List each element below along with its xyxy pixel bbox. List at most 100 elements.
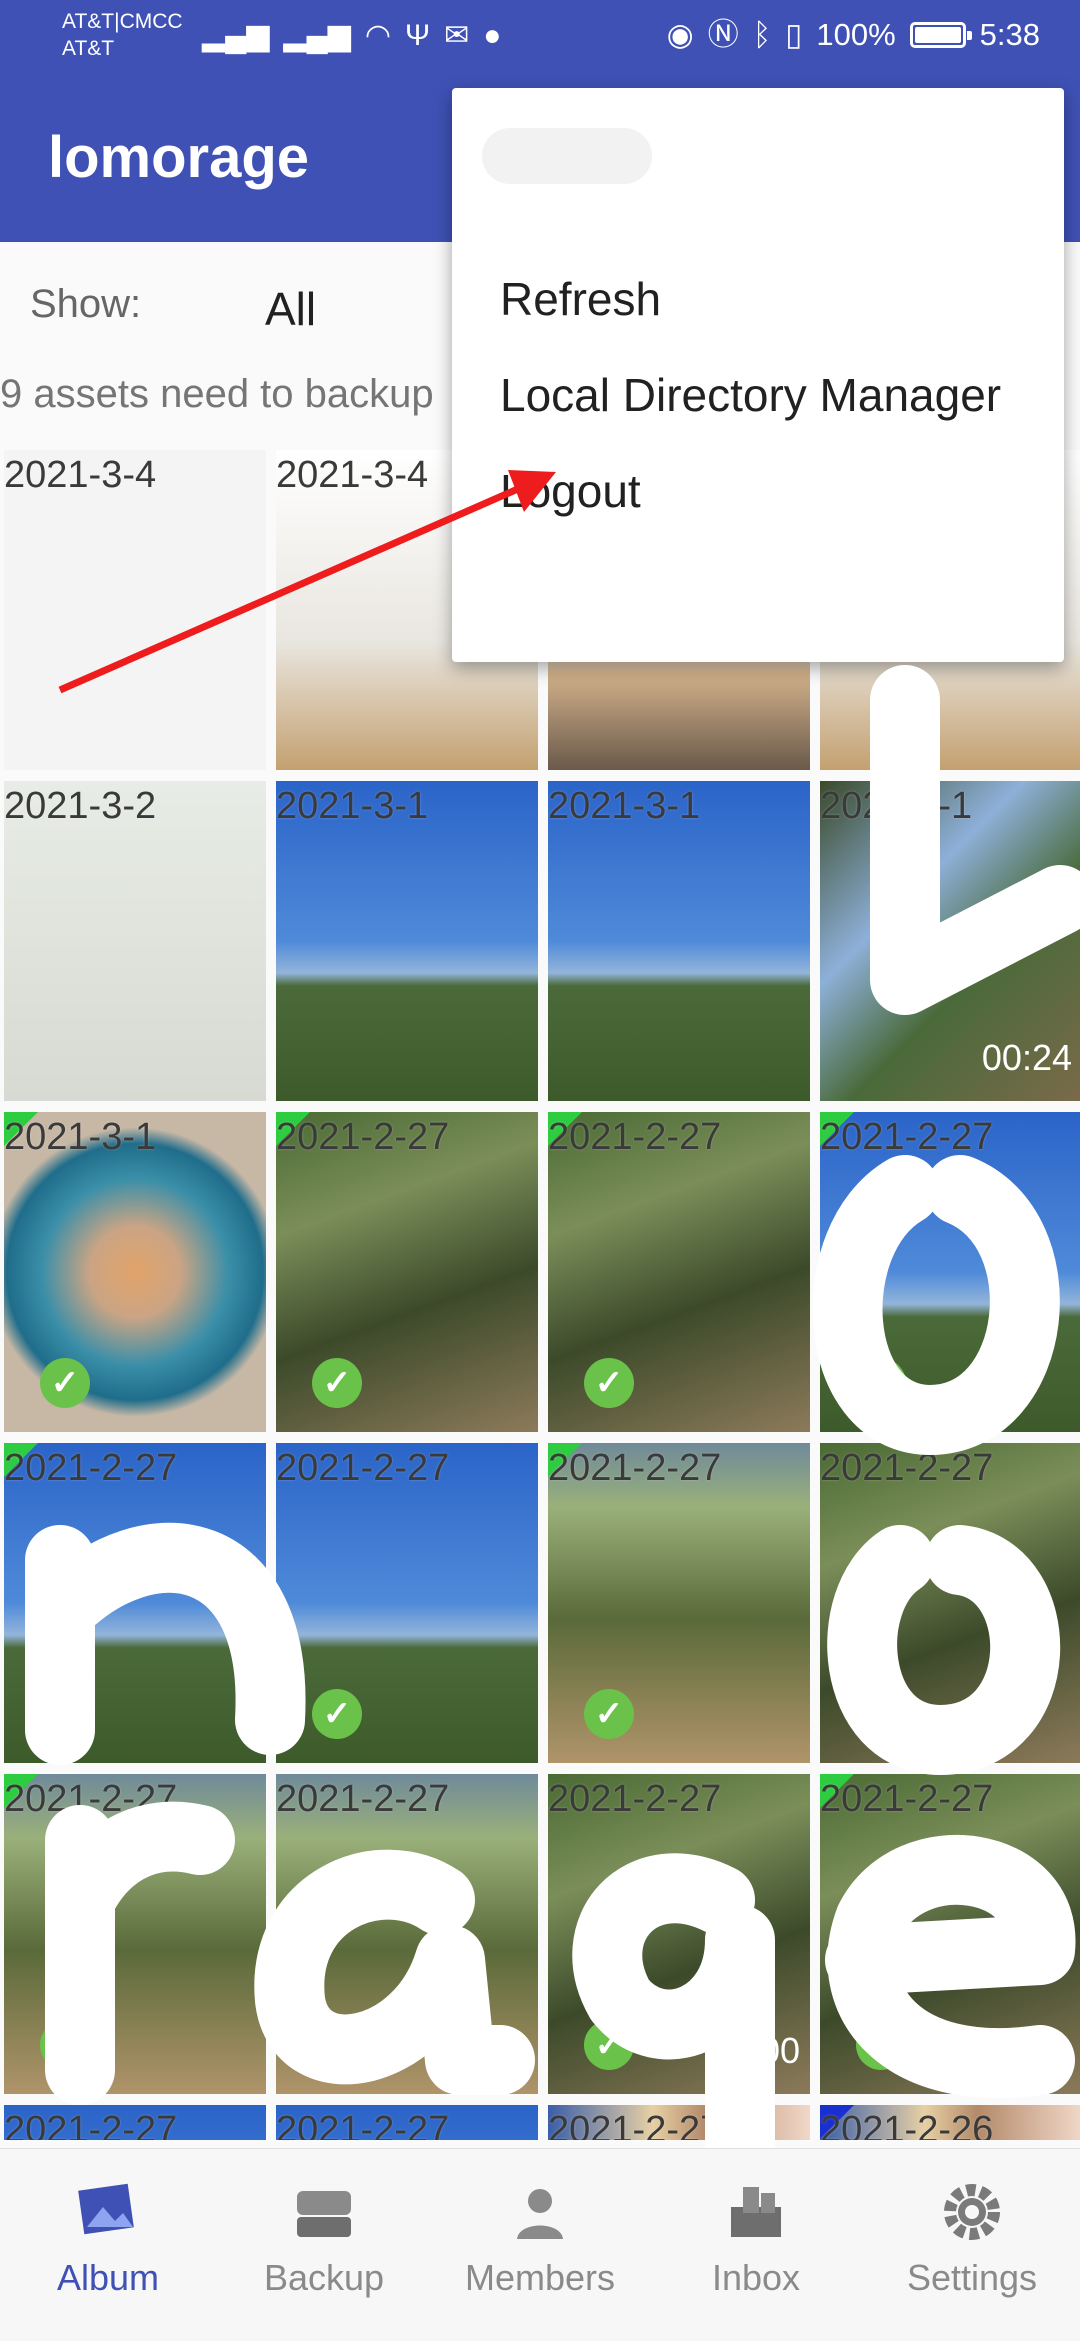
battery-fill <box>914 27 961 43</box>
nav-settings-label: Settings <box>906 2257 1038 2298</box>
bluetooth-icon: ᛒ <box>752 17 772 52</box>
photo-tile[interactable]: 2021-2-27 <box>4 2105 266 2140</box>
nav-inbox[interactable]: Inbox <box>648 2159 864 2339</box>
mail-icon: ✉ <box>444 19 470 52</box>
photo-tile[interactable]: 2021-3-1 ✓ <box>4 1112 266 1432</box>
photo-date: 2021-2-27 <box>548 1116 722 1158</box>
status-icons-right: ◉ Ⓝ ᛒ ▯ 100% 5:38 <box>667 14 1040 56</box>
clock: 5:38 <box>979 17 1040 52</box>
carrier-line-2: AT&T <box>62 37 115 60</box>
check-icon: ✓ <box>40 1689 90 1739</box>
photo-tile[interactable]: 2021-2-27 ✓ 00 <box>548 1774 810 2094</box>
backup-icon <box>297 2191 351 2237</box>
album-icon <box>78 2183 134 2235</box>
photo-date: 2021-2-27 <box>548 2109 722 2140</box>
nav-members[interactable]: Members <box>432 2159 648 2339</box>
photo-date: 2021-3-1 <box>548 785 701 827</box>
carrier-info: AT&T|CMCC AT&T <box>62 8 183 62</box>
signal-icon-2: ▂▄▆ <box>283 19 351 52</box>
nfc-icon: Ⓝ <box>707 17 739 52</box>
photo-tile[interactable]: 2021-3-1 <box>276 781 538 1101</box>
check-icon: ✓ <box>312 2020 362 2070</box>
app-title: lomorage <box>48 125 310 190</box>
status-bar: AT&T|CMCC AT&T ▂▄▆ ▂▄▆ ◠ Ψ ✉ ● ◉ Ⓝ ᛒ ▯ 1… <box>0 0 1080 72</box>
check-icon: ✓ <box>584 1358 634 1408</box>
photo-date: 2021-2-27 <box>4 2109 178 2140</box>
check-icon: ✓ <box>856 2020 906 2070</box>
photo-tile[interactable]: 2021-3-1 <box>548 781 810 1101</box>
photo-date: 2021-3-1 <box>4 1116 157 1158</box>
nav-backup-label: Backup <box>263 2257 385 2298</box>
settings-icon <box>944 2184 1000 2240</box>
photo-date: 2021-3-4 <box>276 454 429 496</box>
photo-date: 2021-2-27 <box>276 2109 450 2140</box>
nav-album[interactable]: Album <box>0 2159 216 2339</box>
photo-tile[interactable]: 2021-2-26 <box>820 2105 1080 2140</box>
check-icon: ✓ <box>856 1358 906 1408</box>
redacted-menu-item <box>482 128 652 184</box>
photo-tile[interactable]: 2021-2-27 ✓ <box>820 1774 1080 2094</box>
photo-date: 2021-2-27 <box>4 1447 178 1489</box>
menu-item-local-directory-manager[interactable]: Local Directory Manager <box>500 368 1001 422</box>
wechat-icon: ● <box>483 19 502 52</box>
check-icon: ✓ <box>856 1689 906 1739</box>
photo-tile[interactable]: 2021-2-27 ✓ <box>4 1774 266 2094</box>
vibrate-icon: ▯ <box>785 17 803 52</box>
wifi-icon: ◠ <box>364 19 391 52</box>
check-icon: ✓ <box>40 1358 90 1408</box>
eye-icon: ◉ <box>666 17 694 52</box>
nav-settings[interactable]: Settings <box>864 2159 1080 2339</box>
photo-date: 2021-2-27 <box>548 1447 722 1489</box>
photo-tile[interactable]: 2021-2-27 ✓ <box>276 1112 538 1432</box>
photo-tile[interactable]: 2021-2-27 <box>548 2105 810 2140</box>
battery-percent: 100% <box>816 17 896 52</box>
members-icon <box>517 2189 563 2239</box>
status-icons-left: ▂▄▆ ▂▄▆ ◠ Ψ ✉ ● <box>202 18 501 54</box>
photo-date: 2021-3-2 <box>4 785 157 827</box>
video-duration: 00:24 <box>981 1037 1072 1078</box>
photo-tile[interactable]: 2021-3-2 <box>4 781 266 1101</box>
photo-tile[interactable]: 2021-3-4 <box>4 450 266 770</box>
photo-tile[interactable]: 2021-2-27 ✓ <box>820 1443 1080 1763</box>
photo-grid[interactable]: 2021-3-4 2021-3-4 2021-3-2 2021-3-1 2021-3-1… <box>0 450 1080 2140</box>
photo-tile[interactable]: 2021-2-27 ✓ <box>820 1112 1080 1432</box>
photo-date: 2021-3-4 <box>4 454 157 496</box>
inbox-icon <box>731 2187 781 2237</box>
assets-backup-message: 9 assets need to backup <box>0 372 434 416</box>
check-icon: ✓ <box>312 1689 362 1739</box>
nav-inbox-label: Inbox <box>711 2257 801 2298</box>
photo-tile[interactable]: 2021-2-27 ✓ <box>548 1112 810 1432</box>
photo-tile[interactable]: 2021-3-1 00:24 <box>820 781 1080 1101</box>
check-icon: ✓ <box>312 1358 362 1408</box>
video-duration: 00 <box>759 2030 800 2071</box>
check-icon: ✓ <box>40 2020 90 2070</box>
menu-item-logout[interactable]: Logout <box>500 464 641 518</box>
menu-item-refresh[interactable]: Refresh <box>500 272 661 326</box>
photo-date: 2021-2-27 <box>4 1778 178 1820</box>
photo-tile[interactable]: 2021-2-27 ✓ <box>276 1774 538 2094</box>
usb-icon: Ψ <box>405 19 431 52</box>
overflow-menu: Refresh Local Directory Manager Logout <box>452 88 1064 662</box>
photo-date: 2021-2-27 <box>820 1447 994 1489</box>
photo-date: 2021-2-27 <box>820 1778 994 1820</box>
check-icon: ✓ <box>584 2020 634 2070</box>
photo-tile[interactable]: 2021-2-27 ✓ <box>4 1443 266 1763</box>
photo-date: 2021-2-27 <box>820 1116 994 1158</box>
photo-date: 2021-2-27 <box>276 1778 450 1820</box>
battery-icon <box>909 22 972 48</box>
photo-date: 2021-2-27 <box>548 1778 722 1820</box>
photo-tile[interactable]: 2021-2-27 <box>276 2105 538 2140</box>
photo-date: 2021-3-1 <box>820 785 973 827</box>
nav-members-label: Members <box>464 2257 616 2298</box>
bottom-navigation: Album Backup Members Inbox Settings <box>0 2148 1080 2341</box>
photo-date: 2021-2-27 <box>276 1447 450 1489</box>
show-filter-dropdown[interactable]: All <box>265 282 316 336</box>
show-label: Show: <box>30 282 142 326</box>
photo-tile[interactable]: 2021-2-27 ✓ <box>548 1443 810 1763</box>
nav-backup[interactable]: Backup <box>216 2159 432 2339</box>
photo-date: 2021-2-26 <box>820 2109 994 2140</box>
check-icon: ✓ <box>584 1689 634 1739</box>
photo-tile[interactable]: 2021-2-27 ✓ <box>276 1443 538 1763</box>
signal-icon: ▂▄▆ <box>202 19 270 52</box>
photo-date: 2021-2-27 <box>276 1116 450 1158</box>
